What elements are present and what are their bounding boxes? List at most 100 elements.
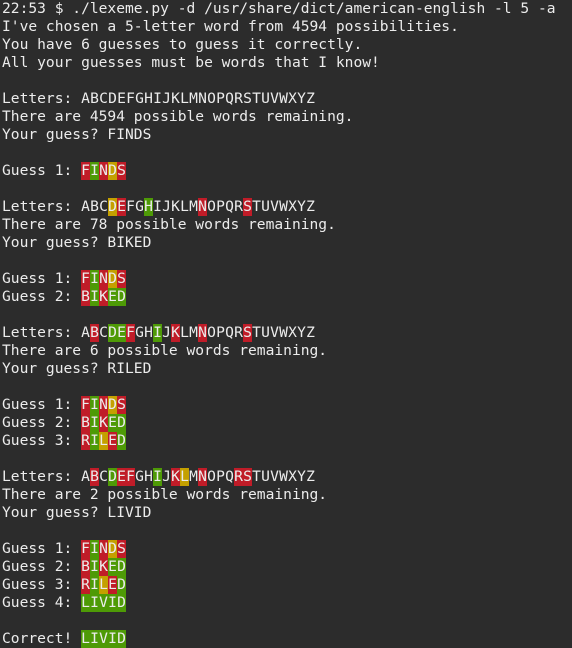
- letter-cell: N: [99, 396, 109, 414]
- letter-cell: B: [81, 558, 91, 576]
- letter-cell: O: [207, 324, 216, 341]
- letter-cell: D: [117, 558, 127, 576]
- line-prefix: Guess 2:: [2, 558, 82, 575]
- letter-cell: H: [144, 324, 153, 341]
- letter-cell: I: [90, 288, 100, 306]
- letter-cell: D: [108, 540, 118, 558]
- letter-cell: K: [171, 468, 181, 486]
- letter-cell: T: [252, 324, 261, 341]
- letter-cell: I: [153, 90, 162, 107]
- letter-cell: I: [90, 162, 100, 180]
- letter-cell: Y: [297, 324, 306, 341]
- letter-cell: D: [108, 162, 118, 180]
- terminal-line: Correct! LIVID: [2, 630, 572, 648]
- letter-cell: D: [117, 414, 127, 432]
- letter-cell: Z: [306, 324, 315, 341]
- letter-cell: F: [81, 162, 91, 180]
- letter-cell: X: [288, 90, 297, 107]
- letter-cell: W: [279, 90, 288, 107]
- letter-cell: S: [117, 162, 127, 180]
- letter-cell: H: [144, 198, 154, 216]
- letter-cell: P: [216, 90, 225, 107]
- letter-cell: S: [243, 198, 253, 216]
- terminal-line: Guess 2: BIKED: [2, 414, 572, 432]
- terminal-line: Guess 2: BIKED: [2, 558, 572, 576]
- letter-cell: P: [216, 468, 225, 485]
- line-prefix: Correct!: [2, 630, 82, 647]
- letter-cell: R: [234, 324, 243, 341]
- letter-cell: N: [99, 540, 109, 558]
- letter-cell: D: [117, 288, 127, 306]
- line-prefix: Guess 1:: [2, 270, 82, 287]
- line-prefix: Guess 2:: [2, 288, 82, 305]
- letter-cell: T: [252, 90, 261, 107]
- terminal-line: All your guesses must be words that I kn…: [2, 54, 380, 71]
- terminal-line: Your guess? RILED: [2, 360, 152, 377]
- terminal-output: 22:53 $ ./lexeme.py -d /usr/share/dict/a…: [2, 0, 572, 648]
- letter-cell: I: [153, 324, 163, 342]
- letter-cell: E: [108, 414, 118, 432]
- letter-cell: Q: [225, 198, 234, 215]
- letter-cell: S: [117, 540, 127, 558]
- terminal-line: Letters: ABCDEFGHIJKLMNOPQRSTUVWXYZ: [2, 324, 572, 342]
- letter-cell: G: [135, 468, 144, 485]
- letter-cell: E: [108, 558, 118, 576]
- terminal-line: I've chosen a 5-letter word from 4594 po…: [2, 18, 459, 35]
- letter-cell: I: [90, 270, 100, 288]
- letter-cell: F: [81, 540, 91, 558]
- letter-cell: E: [117, 324, 127, 342]
- terminal-line: There are 78 possible words remaining.: [2, 216, 336, 233]
- letter-cell: K: [171, 198, 180, 215]
- letter-cell: B: [81, 414, 91, 432]
- letter-cell: I: [90, 414, 100, 432]
- letter-cell: G: [135, 198, 144, 215]
- letter-cell: A: [81, 468, 90, 485]
- letter-cell: E: [108, 288, 118, 306]
- letter-cell: P: [216, 198, 225, 215]
- letter-cell: R: [234, 468, 244, 486]
- letter-cell: N: [99, 162, 109, 180]
- letter-cell: E: [117, 90, 126, 107]
- letter-cell: J: [162, 198, 171, 215]
- letter-cell: H: [144, 468, 153, 485]
- letter-cell: Y: [297, 198, 306, 215]
- line-prefix: Guess 1:: [2, 396, 82, 413]
- letter-cell: V: [270, 468, 279, 485]
- letter-cell: G: [135, 90, 144, 107]
- letter-cell: C: [99, 198, 108, 215]
- letter-cell: V: [270, 90, 279, 107]
- letter-cell: S: [243, 468, 253, 486]
- letter-cell: O: [207, 198, 216, 215]
- letter-cell: A: [81, 198, 90, 215]
- letter-cell: I: [90, 576, 100, 594]
- letter-cell: D: [117, 432, 127, 450]
- terminal-line: Guess 4: LIVID: [2, 594, 572, 612]
- letter-cell: M: [189, 468, 198, 485]
- letter-cell: J: [162, 90, 171, 107]
- letter-cell: U: [261, 198, 270, 215]
- line-prefix: Letters:: [2, 90, 82, 107]
- letter-cell: Z: [306, 90, 315, 107]
- terminal-window[interactable]: 22:53 $ ./lexeme.py -d /usr/share/dict/a…: [0, 0, 572, 648]
- letter-cell: D: [117, 576, 127, 594]
- letter-cell: X: [288, 324, 297, 341]
- terminal-line: Guess 1: FINDS: [2, 540, 572, 558]
- letter-cell: V: [270, 324, 279, 341]
- line-prefix: Guess 1:: [2, 540, 82, 557]
- line-prefix: Guess 1:: [2, 162, 82, 179]
- letter-cell: C: [99, 90, 108, 107]
- letter-cell: I: [90, 540, 100, 558]
- terminal-line: Your guess? FINDS: [2, 126, 152, 143]
- letter-cell: Q: [225, 468, 234, 485]
- letter-cell: B: [90, 468, 100, 486]
- letter-cell: L: [81, 594, 91, 612]
- terminal-line: There are 6 possible words remaining.: [2, 342, 328, 359]
- line-prefix: Letters:: [2, 324, 82, 341]
- letter-cell: I: [90, 558, 100, 576]
- letter-cell: M: [189, 90, 198, 107]
- letter-cell: S: [117, 270, 127, 288]
